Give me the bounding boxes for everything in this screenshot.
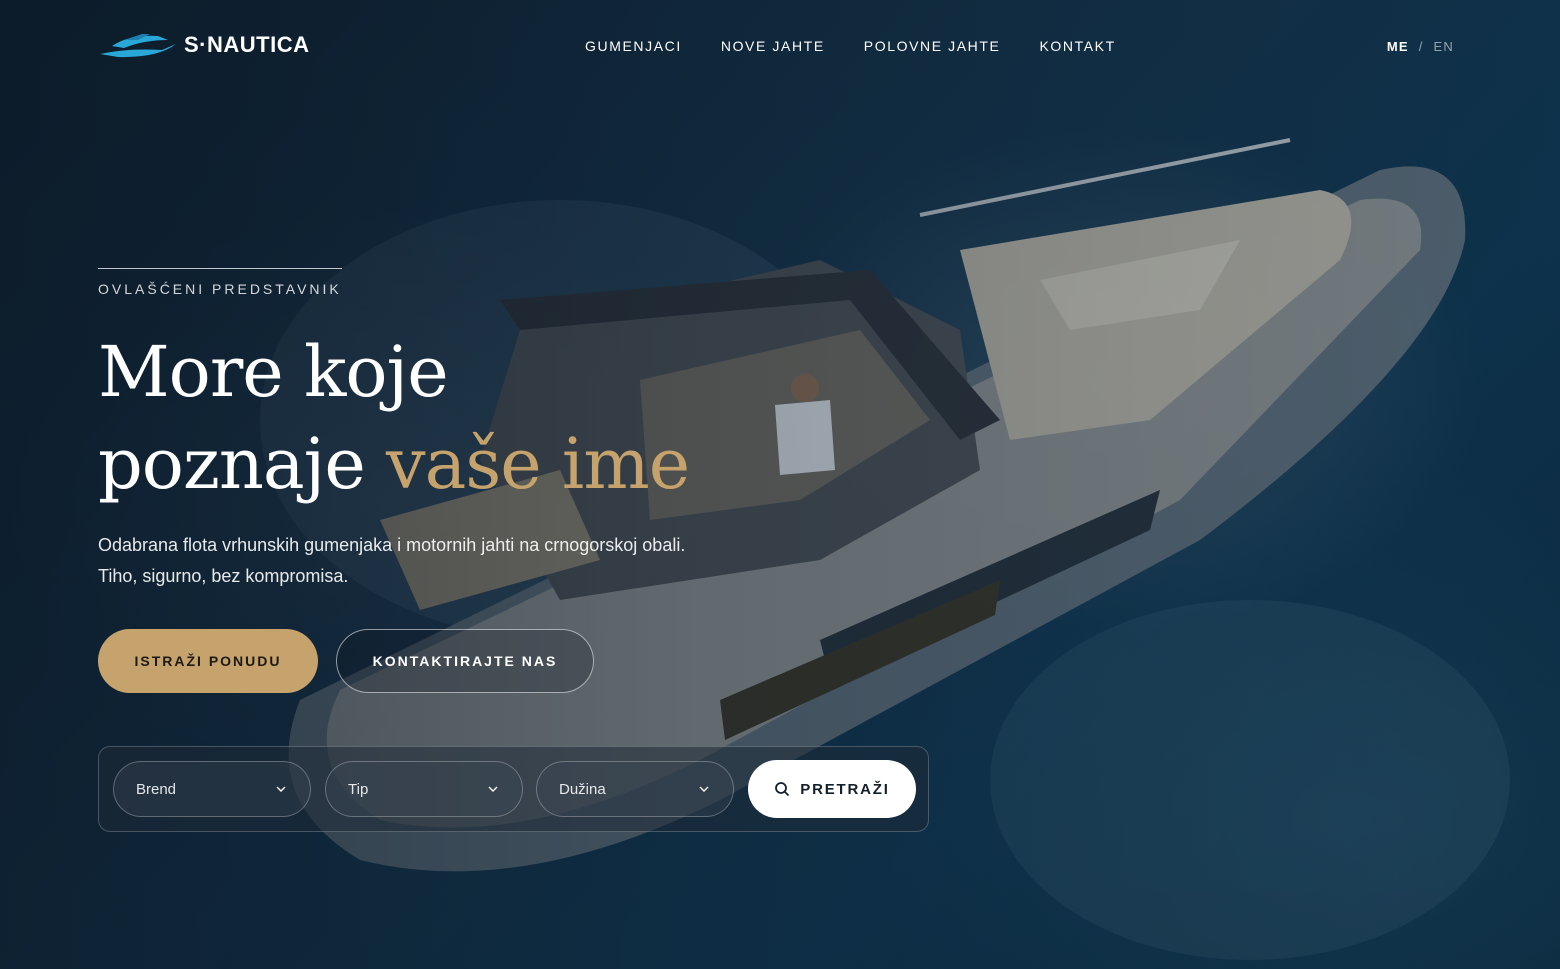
length-select[interactable]: Dužina (536, 761, 734, 817)
nav-item-kontakt[interactable]: KONTAKT (1039, 38, 1115, 54)
search-icon (775, 782, 790, 797)
type-select[interactable]: Tip (325, 761, 523, 817)
hero-title-highlight: vaše ime (386, 423, 690, 505)
chevron-down-icon (276, 786, 286, 792)
nav-item-nove-jahte[interactable]: NOVE JAHTE (721, 38, 825, 54)
nav-item-gumenjaci[interactable]: GUMENJACI (585, 38, 682, 54)
lang-me[interactable]: ME (1387, 39, 1409, 54)
brand-name: S·NAUTICA (184, 32, 310, 57)
boat-logo-icon (100, 34, 176, 58)
hero-lead: Odabrana flota vrhunskih gumenjaka i mot… (98, 535, 686, 586)
type-select-label: Tip (348, 780, 369, 798)
hero-eyebrow: OVLAŠĆENI PREDSTAVNIK (98, 281, 342, 297)
hero-title-line1: More koje (98, 331, 449, 413)
brand-select[interactable]: Brend (113, 761, 311, 817)
hero-title-line2: poznaje (98, 423, 366, 505)
lang-separator: / (1418, 39, 1424, 54)
brand-logo[interactable]: S·NAUTICA (98, 30, 310, 60)
length-select-label: Dužina (559, 780, 606, 798)
contact-us-button[interactable]: KONTAKTIRAJTE NAS (336, 629, 594, 693)
nav-item-polovne-jahte[interactable]: POLOVNE JAHTE (864, 38, 1001, 54)
eyebrow-divider (98, 268, 342, 269)
chevron-down-icon (699, 786, 709, 792)
brand-select-label: Brend (136, 780, 177, 798)
search-panel: Brend Tip Dužina PRETRAŽI (98, 746, 929, 832)
language-switcher: ME / EN (1387, 39, 1454, 54)
main-nav: GUMENJACI NOVE JAHTE POLOVNE JAHTE KONTA… (585, 38, 1116, 54)
chevron-down-icon (488, 786, 498, 792)
search-button[interactable]: PRETRAŽI (748, 760, 916, 818)
explore-offer-button[interactable]: ISTRAŽI PONUDU (98, 629, 318, 693)
hero-title: More koje poznaje vaše ime (98, 326, 690, 510)
search-button-label: PRETRAŽI (800, 780, 890, 798)
lang-en[interactable]: EN (1434, 39, 1454, 54)
